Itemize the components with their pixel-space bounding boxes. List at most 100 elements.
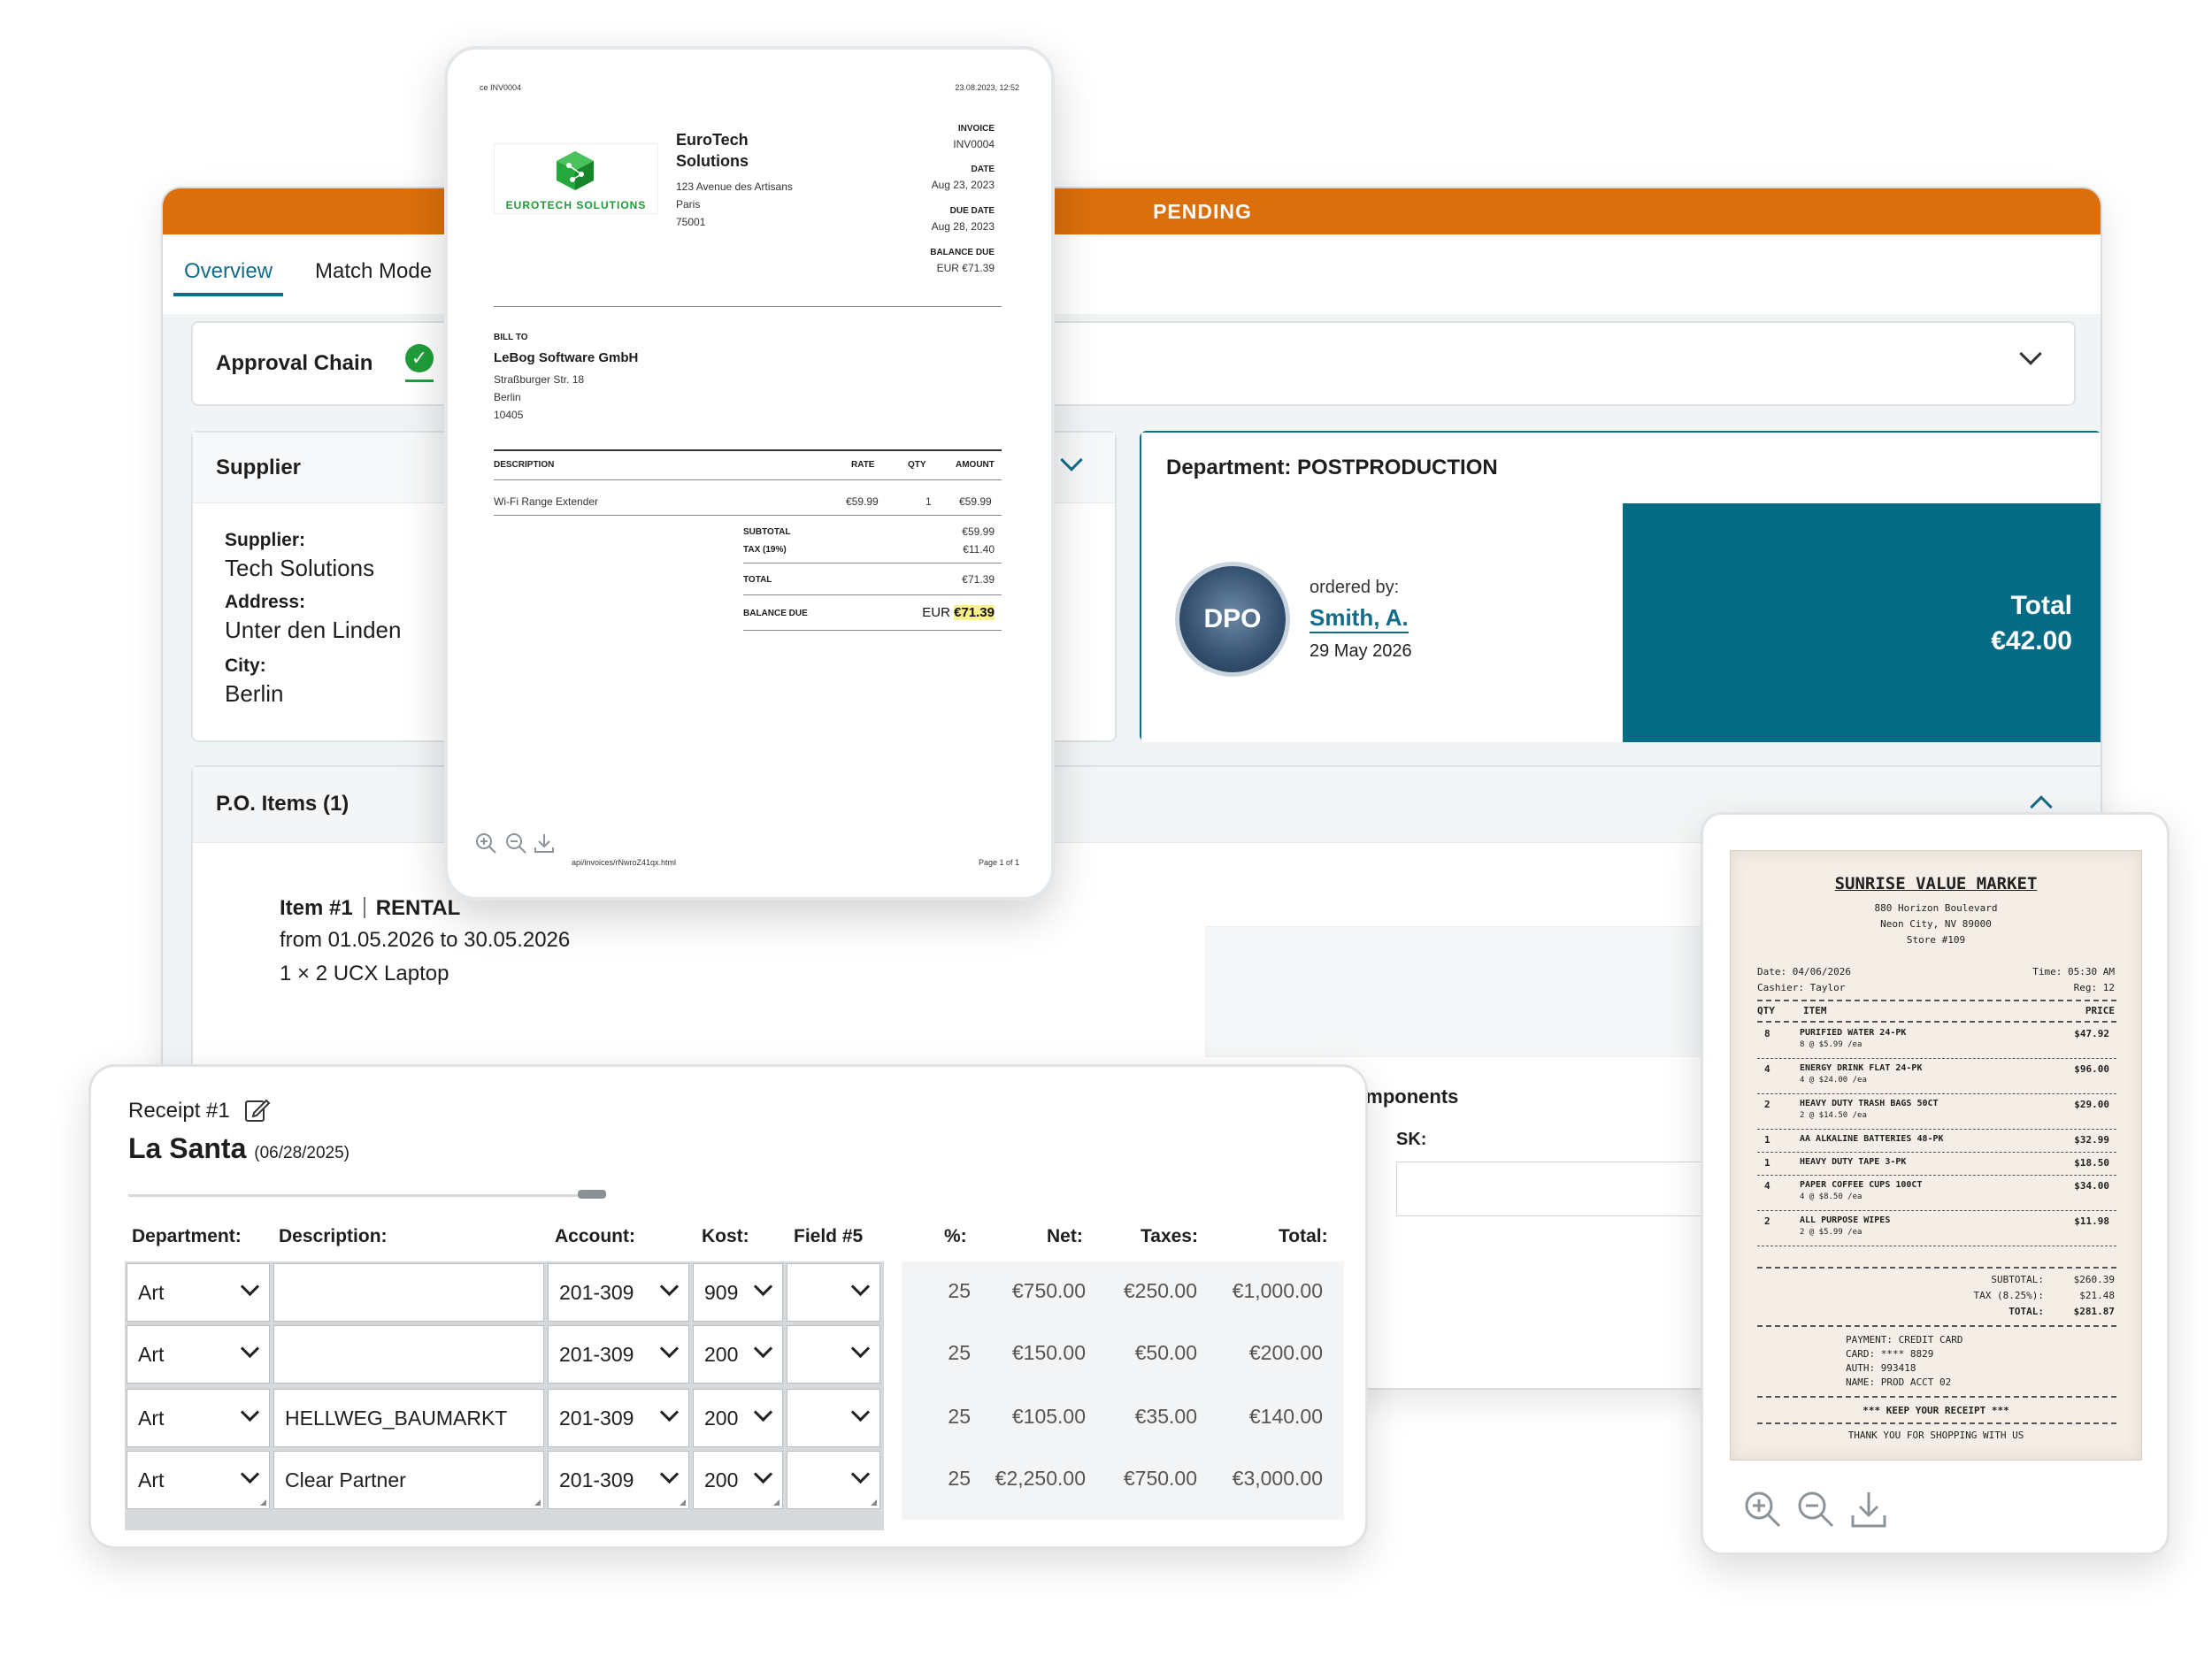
horizontal-scrollbar-thumb[interactable] — [578, 1190, 606, 1199]
tax-label: TAX (19%) — [743, 545, 787, 555]
ordered-by-label: ordered by: — [1310, 578, 1400, 597]
receipt-col-price: PRICE — [2085, 1005, 2115, 1016]
department-select[interactable]: Art — [127, 1389, 270, 1447]
city-label: City: — [225, 656, 266, 676]
city-value: Berlin — [225, 680, 284, 707]
chevron-down-icon[interactable] — [850, 1402, 871, 1422]
account-select[interactable]: 201-309 — [548, 1451, 689, 1509]
field5-select[interactable] — [787, 1451, 880, 1509]
subtotal-label: SUBTOTAL — [743, 527, 791, 537]
bill-to-line: Berlin — [494, 391, 521, 403]
item-separator — [363, 897, 365, 918]
department-select[interactable]: Art — [127, 1451, 270, 1509]
chevron-down-icon[interactable] — [240, 1338, 260, 1359]
check-underline — [405, 380, 434, 382]
kost-select[interactable]: 909 — [693, 1263, 783, 1322]
description-input[interactable]: HELLWEG_BAUMARKT — [273, 1389, 544, 1447]
po-items-title: P.O. Items (1) — [216, 792, 349, 816]
receipt-store-name: SUNRISE VALUE MARKET — [1834, 874, 2038, 893]
receipt-thanks: THANK YOU FOR SHOPPING WITH US — [1847, 1430, 2024, 1441]
account-select[interactable]: 201-309 — [548, 1389, 689, 1447]
download-icon[interactable] — [533, 832, 556, 855]
eurotech-logo: EUROTECH SOLUTIONS — [494, 143, 658, 214]
resize-grip-icon[interactable] — [680, 1499, 686, 1506]
kost-select[interactable]: 200 — [693, 1451, 783, 1509]
chevron-down-icon[interactable] — [240, 1276, 260, 1297]
chevron-down-icon[interactable] — [753, 1338, 773, 1359]
receipt-item-name: ALL PURPOSE WIPES — [1800, 1215, 1891, 1225]
chevron-down-icon[interactable] — [659, 1464, 680, 1484]
receipt-item-qty: 2 — [1764, 1099, 1770, 1110]
resize-grip-icon[interactable] — [534, 1499, 541, 1506]
zoom-out-icon[interactable] — [504, 832, 527, 855]
invoice-line-rule — [494, 515, 1002, 516]
kost-select-value: 200 — [704, 1468, 739, 1491]
account-select[interactable]: 201-309 — [548, 1263, 689, 1322]
chevron-down-icon[interactable] — [659, 1338, 680, 1359]
status-label: PENDING — [1153, 199, 1252, 223]
zoom-in-icon[interactable] — [1742, 1489, 1783, 1530]
chevron-down-icon[interactable] — [240, 1402, 260, 1422]
field5-select[interactable] — [787, 1389, 880, 1447]
receipt-label: Receipt #1 — [128, 1099, 230, 1123]
zoom-out-icon[interactable] — [1795, 1489, 1836, 1530]
horizontal-scrollbar-track — [128, 1194, 606, 1197]
chevron-down-icon[interactable] — [850, 1276, 871, 1297]
chevron-down-icon[interactable] — [659, 1402, 680, 1422]
receipt-item-name: ENERGY DRINK FLAT 24-PK — [1800, 1063, 1923, 1073]
account-select[interactable]: 201-309 — [548, 1325, 689, 1384]
description-input[interactable] — [273, 1325, 544, 1384]
balance-due-value: EUR €71.39 — [922, 605, 995, 620]
chevron-down-icon[interactable] — [753, 1276, 773, 1297]
field5-select[interactable] — [787, 1325, 880, 1384]
description-input[interactable]: Clear Partner — [273, 1451, 544, 1509]
chevron-down-icon[interactable] — [753, 1464, 773, 1484]
bill-to-line: Straßburger Str. 18 — [494, 373, 585, 386]
resize-grip-icon[interactable] — [260, 1499, 266, 1506]
department-select[interactable]: Art — [127, 1325, 270, 1384]
row-total: €3,000.00 — [1232, 1467, 1323, 1490]
kost-select[interactable]: 200 — [693, 1325, 783, 1384]
cube-logo-icon — [557, 151, 594, 190]
chevron-down-icon[interactable] — [659, 1276, 680, 1297]
ordered-by-name-link[interactable]: Smith, A. — [1310, 604, 1409, 633]
balance-currency: EUR — [922, 605, 950, 620]
invoice-col-qty: QTY — [908, 460, 926, 470]
resize-grip-icon[interactable] — [773, 1499, 780, 1506]
chevron-down-icon[interactable] — [240, 1464, 260, 1484]
receipt-item-rule — [1757, 1093, 2116, 1094]
resize-grip-icon[interactable] — [871, 1499, 877, 1506]
address-value: Unter den Linden — [225, 617, 402, 643]
description-input[interactable] — [273, 1263, 544, 1322]
receipt-paper: SUNRISE VALUE MARKET 880 Horizon Bouleva… — [1730, 850, 2142, 1460]
receipt-keep-note: *** KEEP YOUR RECEIPT *** — [1863, 1405, 2009, 1416]
item-type: RENTAL — [375, 896, 461, 920]
edit-icon[interactable] — [243, 1095, 272, 1123]
col-kost: Kost: — [702, 1226, 749, 1246]
chevron-down-icon[interactable] — [850, 1464, 871, 1484]
subtotal-value: €59.99 — [962, 525, 995, 538]
zoom-in-icon[interactable] — [474, 832, 497, 855]
chevron-down-icon[interactable] — [1060, 448, 1083, 472]
tab-match-mode[interactable]: Match Mode — [304, 259, 442, 293]
receipt-address-line: Store #109 — [1906, 934, 1966, 946]
department-select[interactable]: Art — [127, 1263, 270, 1322]
components-field-label: SK: — [1396, 1130, 1427, 1149]
receipt-item-rule — [1757, 1129, 2116, 1130]
balance-amount: €71.39 — [954, 605, 995, 620]
receipt-item-detail: 2 @ $5.99 /ea — [1800, 1228, 1863, 1237]
invoice-meta-value: INV0004 — [953, 138, 995, 150]
invoice-address-line: 75001 — [676, 216, 706, 228]
chevron-down-icon[interactable] — [753, 1402, 773, 1422]
field5-select[interactable] — [787, 1263, 880, 1322]
row-taxes: €35.00 — [1134, 1405, 1197, 1428]
receipt-date: (06/28/2025) — [254, 1144, 350, 1162]
chevron-down-icon[interactable] — [850, 1338, 871, 1359]
department-select-value: Art — [138, 1468, 165, 1491]
kost-select[interactable]: 200 — [693, 1389, 783, 1447]
supplier-value: Tech Solutions — [225, 555, 375, 581]
download-icon[interactable] — [1848, 1489, 1889, 1530]
chevron-down-icon[interactable] — [2019, 342, 2042, 365]
tab-overview[interactable]: Overview — [173, 259, 284, 296]
components-field-input[interactable] — [1396, 1162, 1732, 1216]
